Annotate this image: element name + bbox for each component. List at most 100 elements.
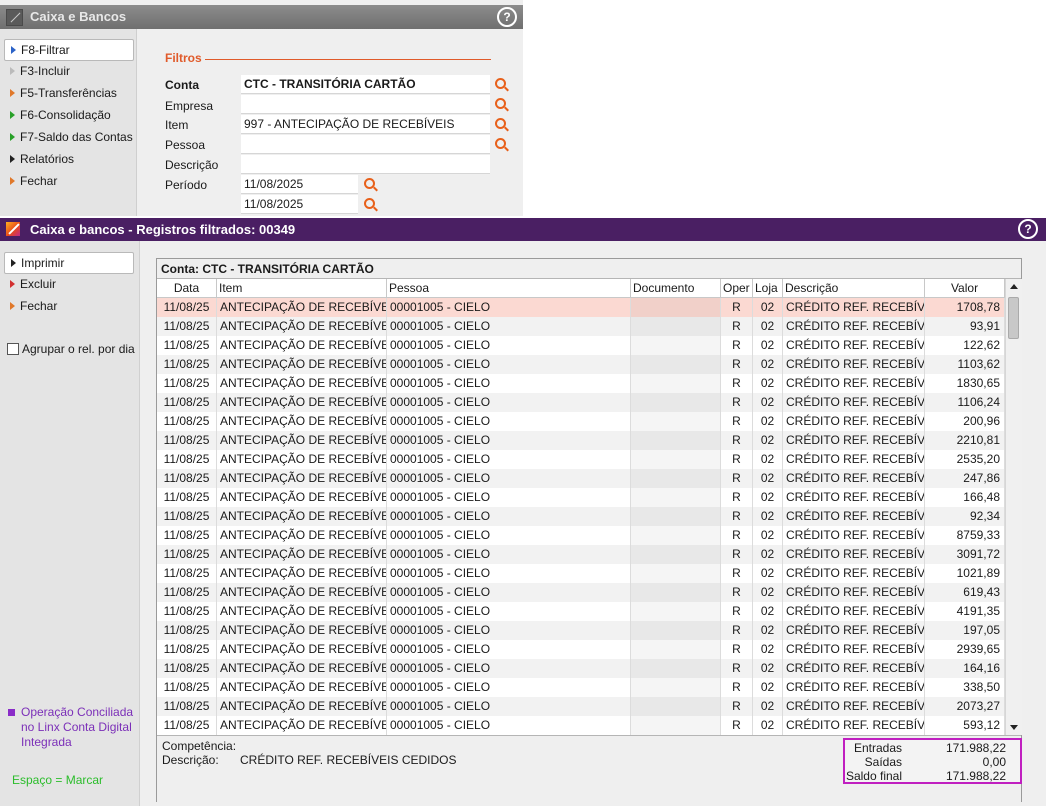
table-row[interactable]: 11/08/25 ANTECIPAÇÃO DE RECEBÍVEIS 0000100… [157,317,1005,336]
cell-documento [631,716,721,735]
table-row[interactable]: 11/08/25 ANTECIPAÇÃO DE RECEBÍVEIS 0000100… [157,469,1005,488]
cell-pessoa: 00001005 - CIELO [387,640,631,659]
cell-data: 11/08/25 [157,526,217,545]
conta-field[interactable]: CTC - TRANSITÓRIA CARTÃO [241,75,490,94]
table-row[interactable]: 11/08/25 ANTECIPAÇÃO DE RECEBÍVEIS 0000100… [157,488,1005,507]
column-header-data[interactable]: Data [157,279,217,298]
search-item-icon[interactable] [495,118,506,129]
menu-item-f8-filtrar[interactable]: F8-Filtrar [4,39,134,61]
menu-item-fechar[interactable]: Fechar [4,171,132,191]
cell-loja: 02 [753,716,783,735]
descricao-footer-label: Descrição: [162,753,219,767]
cell-data: 11/08/25 [157,336,217,355]
cell-data: 11/08/25 [157,602,217,621]
cell-loja: 02 [753,374,783,393]
column-header-loja[interactable]: Loja [753,279,783,298]
scroll-down-arrow-icon[interactable] [1010,725,1018,730]
calendar-inicio-icon[interactable] [364,178,375,189]
search-pessoa-icon[interactable] [495,138,506,149]
table-row[interactable]: 11/08/25 ANTECIPAÇÃO DE RECEBÍVEIS 0000100… [157,678,1005,697]
periodo-fim-field[interactable]: 11/08/2025 [241,195,358,214]
cell-descricao: CRÉDITO REF. RECEBÍVEIS [783,564,925,583]
table-row[interactable]: 11/08/25 ANTECIPAÇÃO DE RECEBÍVEIS 0000100… [157,564,1005,583]
help-icon[interactable]: ? [497,7,517,27]
periodo-label: Período [165,178,208,192]
cell-item: ANTECIPAÇÃO DE RECEBÍVEIS [217,716,387,735]
cell-loja: 02 [753,450,783,469]
table-row[interactable]: 11/08/25 ANTECIPAÇÃO DE RECEBÍVEIS 0000100… [157,640,1005,659]
table-row[interactable]: 11/08/25 ANTECIPAÇÃO DE RECEBÍVEIS 0000100… [157,621,1005,640]
menu-item-f5-transferencias[interactable]: F5-Transferências [4,83,132,103]
pessoa-field[interactable] [241,135,490,154]
cell-documento [631,355,721,374]
table-row[interactable]: 11/08/25 ANTECIPAÇÃO DE RECEBÍVEIS 0000100… [157,412,1005,431]
menu-item-fechar[interactable]: Fechar [4,296,132,316]
cell-data: 11/08/25 [157,317,217,336]
table-row[interactable]: 11/08/25 ANTECIPAÇÃO DE RECEBÍVEIS 0000100… [157,431,1005,450]
cell-oper: R [721,640,753,659]
item-field[interactable]: 997 - ANTECIPAÇÃO DE RECEBÍVEIS [241,115,490,134]
empresa-field[interactable] [241,95,490,114]
table-row[interactable]: 11/08/25 ANTECIPAÇÃO DE RECEBÍVEIS 0000100… [157,355,1005,374]
grid-scrollbar[interactable] [1005,279,1022,735]
table-row[interactable]: 11/08/25 ANTECIPAÇÃO DE RECEBÍVEIS 0000100… [157,374,1005,393]
menu-item-relatorios[interactable]: Relatórios [4,149,132,169]
cell-valor: 247,86 [925,469,1005,488]
table-row[interactable]: 11/08/25 ANTECIPAÇÃO DE RECEBÍVEIS 0000100… [157,697,1005,716]
cell-loja: 02 [753,640,783,659]
cell-pessoa: 00001005 - CIELO [387,507,631,526]
table-row[interactable]: 11/08/25 ANTECIPAÇÃO DE RECEBÍVEIS 0000100… [157,545,1005,564]
cell-valor: 2073,27 [925,697,1005,716]
menu-arrow-icon [10,67,15,75]
scroll-thumb[interactable] [1008,297,1019,339]
search-conta-icon[interactable] [495,78,506,89]
cell-valor: 3091,72 [925,545,1005,564]
cell-pessoa: 00001005 - CIELO [387,564,631,583]
column-header-valor[interactable]: Valor [925,279,1005,298]
grid-rows: 11/08/25 ANTECIPAÇÃO DE RECEBÍVEIS 0000100… [157,298,1005,735]
menu-item-f6-consolidacao[interactable]: F6-Consolidação [4,105,132,125]
cell-valor: 122,62 [925,336,1005,355]
column-header-pessoa[interactable]: Pessoa [387,279,631,298]
cell-descricao: CRÉDITO REF. RECEBÍVEIS [783,716,925,735]
column-header-oper[interactable]: Oper [721,279,753,298]
table-row[interactable]: 11/08/25 ANTECIPAÇÃO DE RECEBÍVEIS 0000100… [157,450,1005,469]
calendar-fim-icon[interactable] [364,198,375,209]
menu-arrow-icon [11,46,16,54]
table-row[interactable]: 11/08/25 ANTECIPAÇÃO DE RECEBÍVEIS 0000100… [157,526,1005,545]
filters-divider [205,59,491,60]
column-header-item[interactable]: Item [217,279,387,298]
cell-data: 11/08/25 [157,678,217,697]
table-row[interactable]: 11/08/25 ANTECIPAÇÃO DE RECEBÍVEIS 0000100… [157,336,1005,355]
conta-label: Conta [165,78,199,92]
column-header-documento[interactable]: Documento [631,279,721,298]
cell-documento [631,621,721,640]
menu-item-f7-saldo-das-contas[interactable]: F7-Saldo das Contas [4,127,133,147]
table-row[interactable]: 11/08/25 ANTECIPAÇÃO DE RECEBÍVEIS 0000100… [157,393,1005,412]
table-row[interactable]: 11/08/25 ANTECIPAÇÃO DE RECEBÍVEIS 0000100… [157,659,1005,678]
menu-item-f3-incluir[interactable]: F3-Incluir [4,61,132,81]
descricao-field[interactable] [241,155,490,174]
cell-oper: R [721,545,753,564]
menu-item-excluir[interactable]: Excluir [4,274,132,294]
column-header-descricao[interactable]: Descrição [783,279,925,298]
cell-documento [631,583,721,602]
table-row[interactable]: 11/08/25 ANTECIPAÇÃO DE RECEBÍVEIS 0000100… [157,507,1005,526]
menu-item-imprimir[interactable]: Imprimir [4,252,134,274]
table-row[interactable]: 11/08/25 ANTECIPAÇÃO DE RECEBÍVEIS 0000100… [157,716,1005,735]
cell-valor: 2210,81 [925,431,1005,450]
periodo-inicio-field[interactable]: 11/08/2025 [241,175,358,194]
cell-item: ANTECIPAÇÃO DE RECEBÍVEIS [217,317,387,336]
cell-data: 11/08/25 [157,393,217,412]
table-row[interactable]: 11/08/25 ANTECIPAÇÃO DE RECEBÍVEIS 0000100… [157,298,1005,317]
cell-valor: 1021,89 [925,564,1005,583]
scroll-up-arrow-icon[interactable] [1010,284,1018,289]
cell-oper: R [721,583,753,602]
table-row[interactable]: 11/08/25 ANTECIPAÇÃO DE RECEBÍVEIS 0000100… [157,602,1005,621]
search-empresa-icon[interactable] [495,98,506,109]
help-icon[interactable]: ? [1018,219,1038,239]
cell-oper: R [721,697,753,716]
table-row[interactable]: 11/08/25 ANTECIPAÇÃO DE RECEBÍVEIS 0000100… [157,583,1005,602]
agrupar-checkbox[interactable] [7,343,19,355]
cell-data: 11/08/25 [157,697,217,716]
